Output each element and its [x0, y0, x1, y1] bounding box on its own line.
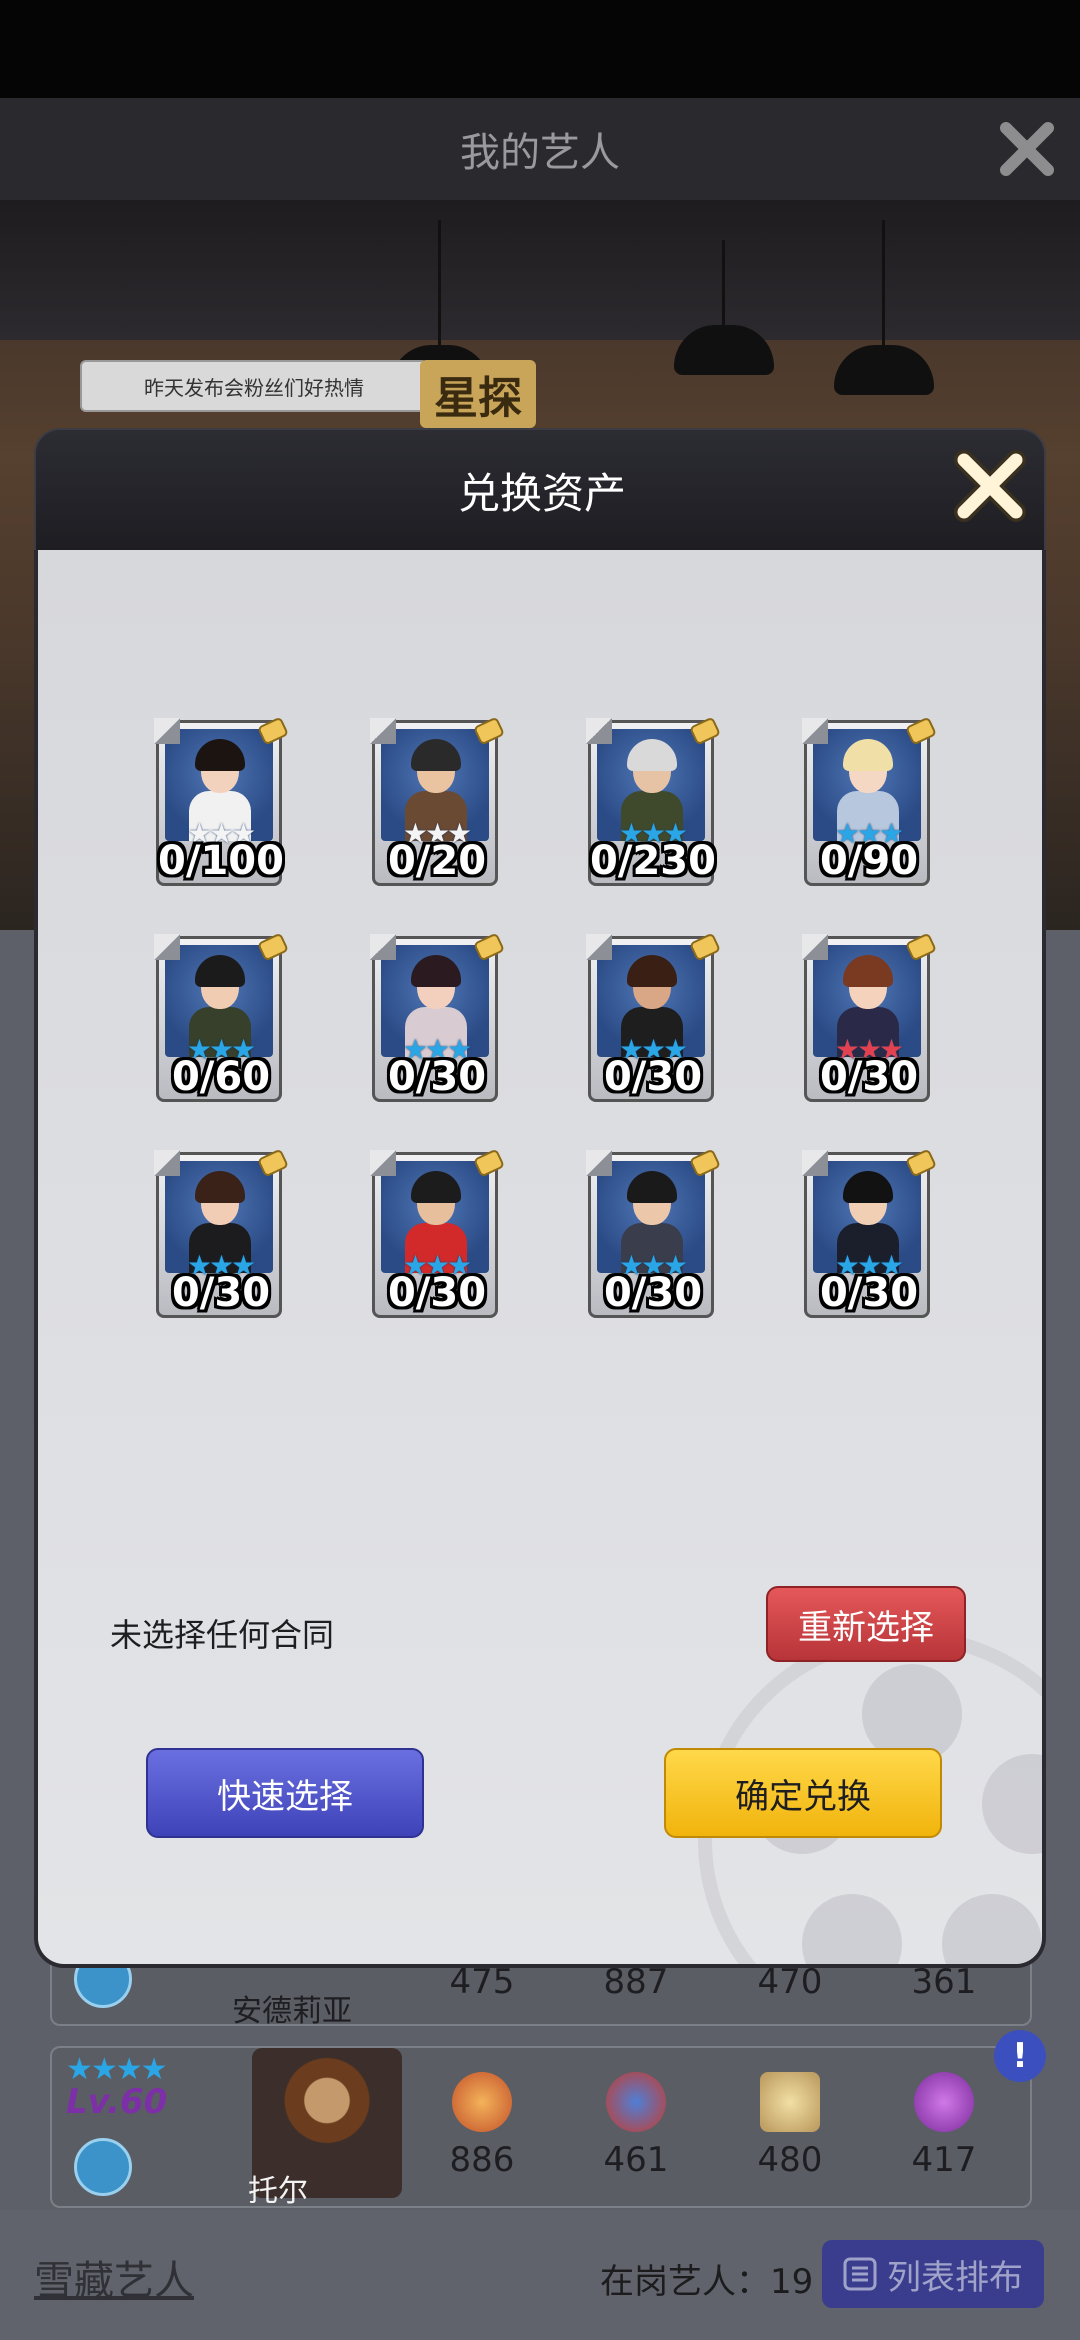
reselect-button[interactable]: 重新选择 [766, 1586, 966, 1662]
list-layout-label: 列表排布 [887, 2257, 1023, 2298]
contract-count: 0/100 [158, 838, 284, 884]
contract-count: 0/30 [171, 1270, 271, 1316]
contract-card[interactable]: ★★★ 0/20 [370, 718, 504, 892]
stat-value: 417 [911, 2140, 977, 2180]
card-fold-corner [154, 718, 180, 744]
header-title: 我的艺人 [460, 130, 620, 176]
exchange-assets-dialog: 兑换资产 ★★★ 0/100 ★★★ 0/20 ★★★ 0/230 ★★★ 0/90 ★★★ 0/… [34, 428, 1046, 1968]
header-close-icon[interactable] [998, 120, 1056, 178]
stat-value: 361 [911, 1962, 977, 2002]
contract-count: 0/90 [819, 838, 919, 884]
artist-row[interactable]: ★★★★ Lv.60 托尔 886 461 480 417 [50, 2046, 1032, 2209]
card-fold-corner [586, 1150, 612, 1176]
list-icon [843, 2257, 877, 2291]
contract-card[interactable]: ★★★ 0/230 [586, 718, 720, 892]
contract-scroll-icon [690, 718, 720, 744]
contract-count: 0/30 [603, 1054, 703, 1100]
artist-name: 托尔 [248, 2174, 308, 2209]
contract-count: 0/30 [819, 1054, 919, 1100]
contract-scroll-icon [906, 934, 936, 960]
contract-card[interactable]: ★★★ 0/30 [154, 1150, 288, 1324]
lamp-wire [722, 240, 725, 330]
contract-count: 0/60 [171, 1054, 271, 1100]
confirm-exchange-button[interactable]: 确定兑换 [664, 1748, 942, 1838]
on-duty-count: 19 [770, 2262, 814, 2302]
card-fold-corner [802, 1150, 828, 1176]
contract-card[interactable]: ★★★ 0/90 [802, 718, 936, 892]
card-fold-corner [802, 718, 828, 744]
stat-value: 886 [449, 2140, 515, 2180]
disco-ball-icon [914, 2072, 974, 2132]
contract-scroll-icon [258, 718, 288, 744]
contract-scroll-icon [258, 934, 288, 960]
card-fold-corner [586, 718, 612, 744]
artist-badge-icon [74, 2138, 132, 2196]
lamp-icon [834, 345, 934, 395]
contract-scroll-icon [690, 1150, 720, 1176]
ceiling [0, 200, 1080, 340]
contract-card[interactable]: ★★★ 0/100 [154, 718, 288, 892]
stat-value: 887 [603, 1962, 669, 2002]
contract-count: 0/30 [387, 1054, 487, 1100]
card-fold-corner [370, 934, 396, 960]
dialog-body: ★★★ 0/100 ★★★ 0/20 ★★★ 0/230 ★★★ 0/90 ★★★ 0/60 ★★★… [34, 550, 1046, 1968]
stat-value: 480 [757, 2140, 823, 2180]
explosion-icon [452, 2072, 512, 2132]
contract-card[interactable]: ★★★ 0/30 [802, 934, 936, 1108]
contract-scroll-icon [474, 934, 504, 960]
scout-sign: 星探 [420, 360, 536, 428]
lamp-wire [438, 220, 441, 350]
contract-count: 0/30 [819, 1270, 919, 1316]
alert-icon[interactable]: ! [994, 2030, 1046, 2082]
frozen-artists-link[interactable]: 雪藏艺人 [34, 2248, 194, 2306]
dialog-title: 兑换资产 [457, 469, 626, 518]
contract-card[interactable]: ★★★ 0/60 [154, 934, 288, 1108]
card-fold-corner [370, 1150, 396, 1176]
stat-value: 461 [603, 2140, 669, 2180]
bottom-bar: 雪藏艺人 在岗艺人：19 列表排布 [0, 2210, 1080, 2340]
selection-status: 未选择任何合同 [110, 1616, 335, 1654]
my-artists-header: 我的艺人 [0, 98, 1080, 200]
contract-scroll-icon [474, 718, 504, 744]
list-layout-button[interactable]: 列表排布 [822, 2240, 1044, 2308]
drama-mask-icon [606, 2072, 666, 2132]
lamp-wire [882, 220, 885, 350]
close-icon[interactable] [952, 448, 1028, 524]
stat-value: 475 [449, 1962, 515, 2002]
contract-count: 0/230 [590, 838, 716, 884]
artist-level: Lv.60 [66, 2082, 168, 2122]
contract-scroll-icon [474, 1150, 504, 1176]
contract-count: 0/30 [603, 1270, 703, 1316]
artist-name: 安德莉亚 [232, 1994, 352, 2029]
contract-scroll-icon [906, 718, 936, 744]
contract-count: 0/30 [387, 1270, 487, 1316]
news-ticker: 昨天发布会粉丝们好热情 [80, 360, 428, 412]
contract-scroll-icon [906, 1150, 936, 1176]
card-fold-corner [154, 1150, 180, 1176]
contract-card[interactable]: ★★★ 0/30 [370, 1150, 504, 1324]
contract-card[interactable]: ★★★ 0/30 [586, 934, 720, 1108]
card-fold-corner [370, 718, 396, 744]
stat-value: 470 [757, 1962, 823, 2002]
contract-scroll-icon [258, 1150, 288, 1176]
dialog-header: 兑换资产 [34, 428, 1046, 552]
quick-select-button[interactable]: 快速选择 [146, 1748, 424, 1838]
card-fold-corner [802, 934, 828, 960]
contract-scroll-icon [690, 934, 720, 960]
on-duty-label: 在岗艺人：19 [600, 2254, 813, 2303]
contract-card[interactable]: ★★★ 0/30 [586, 1150, 720, 1324]
card-fold-corner [586, 934, 612, 960]
card-fold-corner [154, 934, 180, 960]
contract-count: 0/20 [387, 838, 487, 884]
book-icon [760, 2072, 820, 2132]
status-bar [0, 0, 1080, 98]
contract-card[interactable]: ★★★ 0/30 [802, 1150, 936, 1324]
contract-card[interactable]: ★★★ 0/30 [370, 934, 504, 1108]
on-duty-text: 在岗艺人： [600, 2262, 770, 2302]
